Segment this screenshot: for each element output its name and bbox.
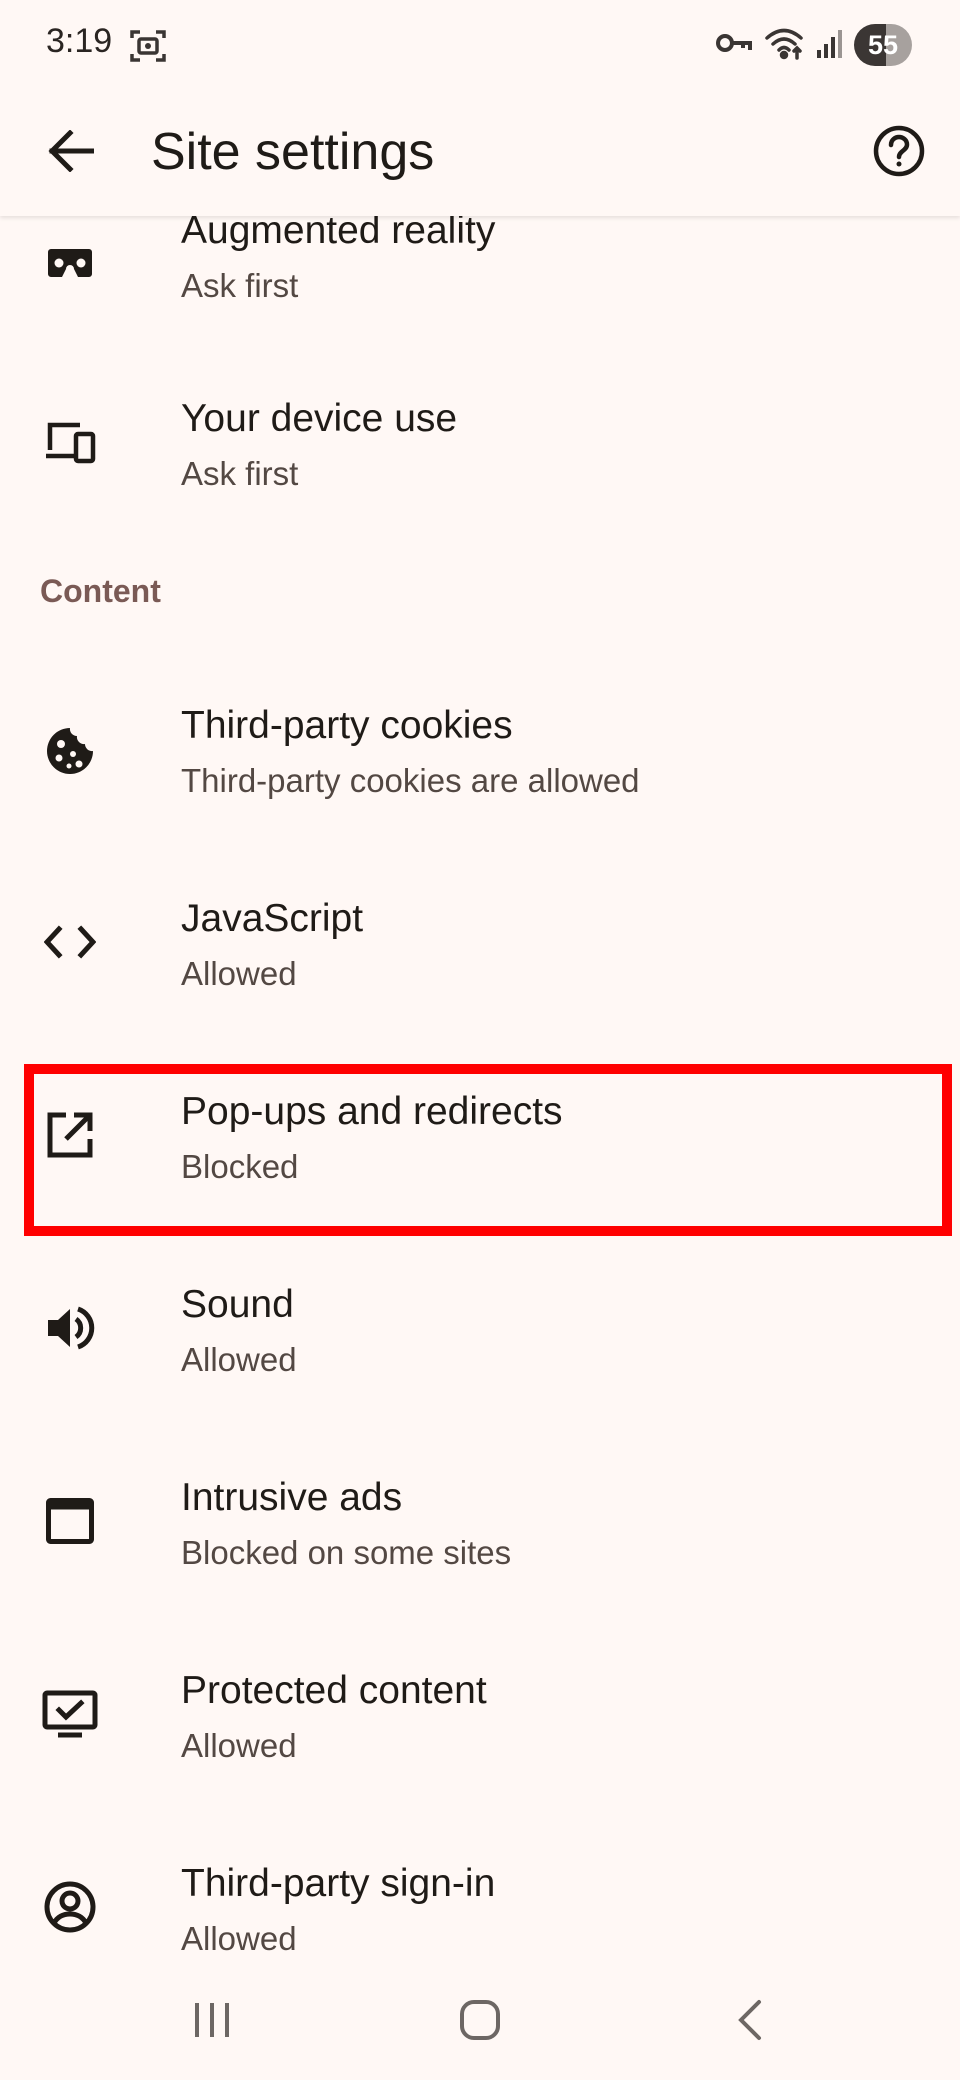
open-in-new-icon — [40, 1105, 100, 1165]
setting-subtitle: Allowed — [181, 1341, 297, 1378]
setting-title: Protected content — [181, 1669, 487, 1712]
setting-your-device-use[interactable]: Your device use Ask first — [0, 362, 960, 555]
home-button[interactable] — [440, 1980, 520, 2060]
account-circle-icon — [40, 1877, 100, 1937]
setting-subtitle: Ask first — [181, 455, 299, 492]
setting-subtitle: Allowed — [181, 1727, 297, 1764]
setting-title: Third-party sign-in — [181, 1862, 496, 1905]
signal-icon — [816, 28, 842, 63]
setting-subtitle: Allowed — [181, 1920, 297, 1957]
battery-indicator: 55 — [854, 24, 912, 66]
setting-subtitle: Allowed — [181, 955, 297, 992]
app-bar: Site settings — [0, 90, 960, 216]
volume-icon — [40, 1298, 100, 1358]
setting-subtitle: Blocked on some sites — [181, 1534, 512, 1571]
setting-intrusive-ads[interactable]: Intrusive ads Blocked on some sites — [0, 1448, 960, 1641]
setting-subtitle: Blocked — [181, 1148, 299, 1185]
status-time: 3:19 — [46, 22, 113, 60]
devices-icon — [40, 412, 100, 472]
cookie-icon — [40, 721, 100, 781]
setting-sound[interactable]: Sound Allowed — [0, 1255, 960, 1448]
setting-title: Sound — [181, 1283, 294, 1326]
setting-title: Your device use — [181, 397, 458, 440]
recent-apps-button[interactable] — [172, 1980, 252, 2060]
setting-title: Augmented reality — [181, 216, 496, 252]
setting-pop-ups-and-redirects[interactable]: Pop-ups and redirects Blocked — [0, 1062, 960, 1255]
setting-title: Pop-ups and redirects — [181, 1090, 563, 1133]
setting-third-party-sign-in[interactable]: Third-party sign-in Allowed — [0, 1834, 960, 1960]
wifi-icon — [764, 26, 804, 65]
back-icon — [738, 2000, 761, 2040]
code-icon — [40, 912, 100, 972]
status-icons: 55 — [716, 24, 912, 66]
back-button[interactable] — [36, 116, 106, 186]
help-button[interactable] — [864, 116, 934, 186]
help-circle-icon — [873, 125, 925, 177]
setting-third-party-cookies[interactable]: Third-party cookies Third-party cookies … — [0, 676, 960, 869]
setting-title: Intrusive ads — [181, 1476, 403, 1519]
setting-subtitle: Ask first — [181, 267, 299, 304]
setting-protected-content[interactable]: Protected content Allowed — [0, 1641, 960, 1834]
recent-apps-icon — [195, 2003, 229, 2037]
vpn-key-icon — [716, 31, 752, 60]
home-icon — [460, 2000, 500, 2040]
status-bar: 3:19 55 — [0, 0, 960, 90]
protected-content-icon — [40, 1684, 100, 1744]
page-title: Site settings — [151, 123, 435, 181]
arrow-back-icon — [48, 130, 94, 172]
section-header-content: Content — [40, 573, 161, 609]
setting-title: JavaScript — [181, 897, 364, 940]
ad-window-icon — [40, 1491, 100, 1551]
setting-subtitle: Third-party cookies are allowed — [181, 762, 640, 799]
setting-javascript[interactable]: JavaScript Allowed — [0, 869, 960, 1062]
nav-back-button[interactable] — [710, 1980, 790, 2060]
setting-title: Third-party cookies — [181, 704, 513, 747]
screenshot-icon — [130, 28, 166, 64]
system-nav-bar — [0, 1960, 960, 2080]
setting-augmented-reality[interactable]: Augmented reality Ask first — [0, 216, 960, 361]
vr-headset-icon — [40, 233, 100, 293]
settings-list[interactable]: Augmented reality Ask first Your device … — [0, 216, 960, 1960]
